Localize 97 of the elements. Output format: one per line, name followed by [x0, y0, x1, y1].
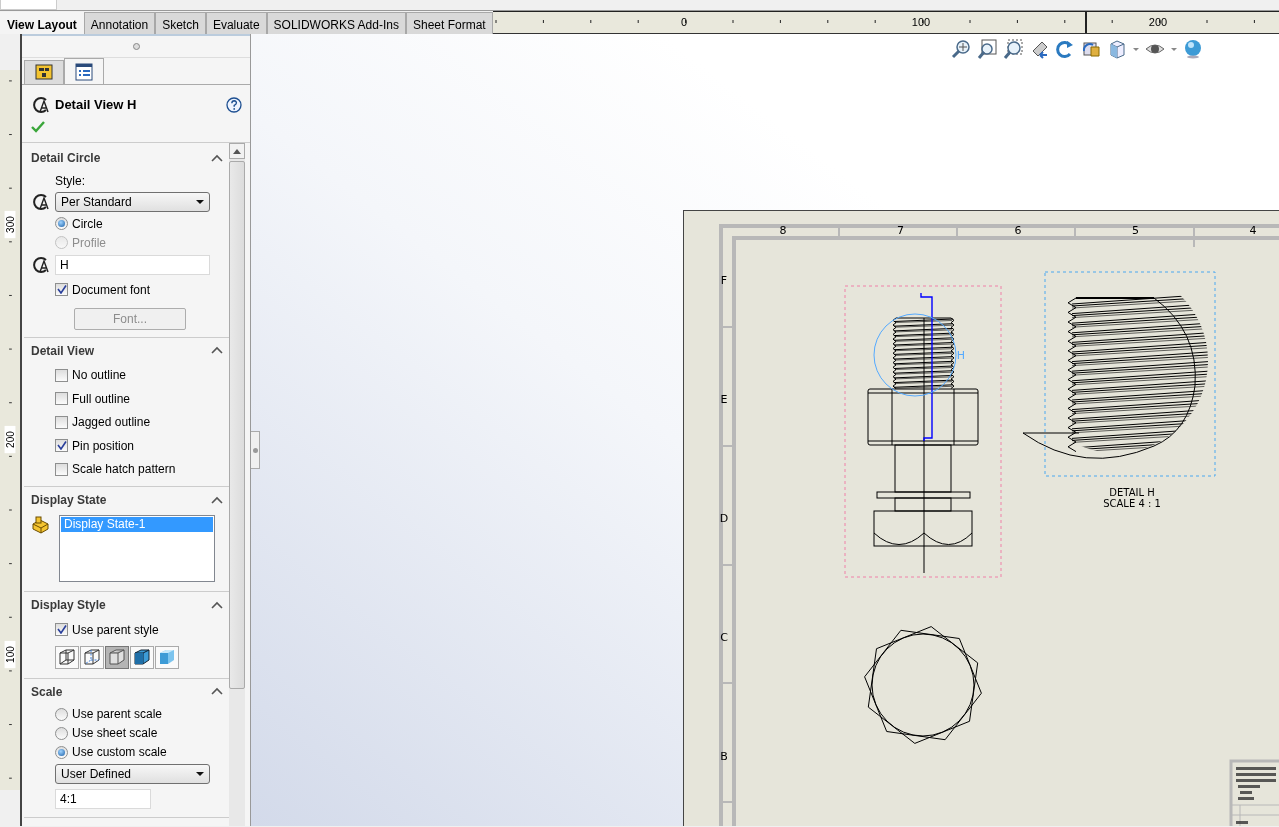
cube-icon	[157, 647, 177, 667]
help-icon[interactable]	[226, 97, 242, 113]
checkbox-label: Full outline	[72, 390, 131, 408]
zone-label: C	[720, 631, 728, 644]
caret-icon[interactable]	[1171, 47, 1177, 51]
panel-title: Detail View H	[55, 96, 138, 115]
text-field[interactable]: 4:1	[55, 788, 151, 809]
chevron-icon[interactable]	[211, 600, 223, 610]
zone-label: E	[720, 393, 728, 406]
drag-handle[interactable]	[132, 43, 140, 50]
cube-icon	[57, 647, 77, 667]
zone-label: D	[719, 512, 729, 525]
zoom-fit-icon[interactable]	[951, 39, 971, 59]
splitter-handle[interactable]	[251, 431, 260, 469]
cube-icon	[107, 647, 127, 667]
checkbox-label: Document font	[72, 281, 151, 299]
radio-label: Use sheet scale	[72, 725, 158, 742]
radio-label: Circle	[72, 215, 103, 233]
dropdown[interactable]: Per Standard	[55, 192, 210, 212]
checkbox[interactable]	[55, 283, 68, 297]
zoom-area-icon[interactable]	[1003, 39, 1023, 59]
radio-label: Use custom scale	[72, 744, 167, 761]
chevron-icon[interactable]	[211, 153, 223, 163]
chevron-icon[interactable]	[211, 495, 223, 505]
checkbox[interactable]	[55, 623, 68, 637]
zoom-extents-icon[interactable]	[977, 39, 997, 59]
section-title: Detail Circle	[31, 150, 101, 167]
zone-label: B	[720, 750, 728, 763]
chevron-icon[interactable]	[211, 687, 223, 696]
cube-icon[interactable]	[1107, 39, 1127, 59]
ribbon-tab[interactable]: Sketch	[155, 12, 206, 34]
checkbox-label: No outline	[72, 367, 127, 385]
sphere-icon[interactable]	[1183, 39, 1203, 59]
title-block-drawing	[1229, 759, 1279, 826]
checkbox-label: Scale hatch pattern	[72, 461, 176, 479]
detail-label: H	[956, 349, 966, 362]
ruler-label: 100	[4, 646, 16, 663]
caret-icon[interactable]	[1133, 47, 1139, 51]
radio-label: Use parent scale	[72, 706, 163, 723]
view-caption: SCALE 4 : 1	[1103, 498, 1161, 509]
checkbox[interactable]	[55, 462, 68, 476]
up-arrow-icon[interactable]	[233, 148, 241, 154]
display-style-button[interactable]	[130, 645, 154, 669]
radio-button[interactable]	[55, 217, 68, 230]
tree-icon	[34, 62, 54, 83]
ribbon-tab[interactable]: Evaluate	[205, 12, 267, 34]
radio-label: Profile	[72, 234, 106, 252]
cube-icon	[132, 647, 152, 667]
text-field[interactable]: H	[55, 255, 210, 275]
radio-button[interactable]	[55, 745, 68, 759]
chevron-icon[interactable]	[211, 346, 223, 355]
zone-label: 7	[897, 224, 904, 237]
display-style-button[interactable]	[105, 645, 129, 669]
zone-label: 8	[779, 224, 787, 237]
radio-button[interactable]	[55, 707, 68, 721]
zone-label: 5	[1132, 224, 1139, 237]
ruler-label: 200	[4, 431, 16, 448]
scrollbar[interactable]	[229, 143, 245, 826]
zone-label: F	[720, 274, 728, 287]
ribbon-tab[interactable]: Annotation	[83, 12, 156, 34]
strip-box	[0, 0, 57, 10]
checkbox[interactable]	[55, 392, 68, 406]
zone-label: 4	[1249, 224, 1257, 237]
panel-tab[interactable]	[24, 60, 64, 84]
ribbon-tab[interactable]: SOLIDWORKS Add-Ins	[266, 12, 406, 34]
detail-circle-icon	[31, 95, 51, 115]
ruler-label: 200	[1148, 16, 1167, 28]
checkbox-label: Pin position	[72, 437, 135, 455]
ruler-label: 100	[911, 16, 930, 28]
checkmark-icon[interactable]	[31, 121, 45, 133]
section-title: Display State	[31, 492, 107, 509]
checkbox-label: Use parent style	[72, 621, 159, 639]
ruler-label: 300	[4, 216, 16, 233]
caret-icon	[196, 771, 204, 776]
checkbox[interactable]	[55, 368, 68, 382]
checkbox[interactable]	[55, 439, 68, 453]
ribbon-tab[interactable]: View Layout	[0, 12, 84, 34]
ribbon-tab[interactable]: Sheet Format	[405, 12, 493, 34]
zone-label: 6	[1014, 224, 1022, 237]
display-style-button[interactable]	[55, 645, 79, 669]
dropdown[interactable]: User Defined	[55, 763, 210, 784]
view-caption: DETAIL H	[1109, 487, 1155, 498]
field-label: Style:	[55, 172, 85, 190]
radio-button[interactable]	[55, 726, 68, 740]
ruler-label: 0	[680, 16, 687, 28]
section-title: Detail View	[31, 342, 95, 360]
caret-icon	[196, 200, 204, 204]
cube-icon	[82, 647, 102, 667]
checkbox[interactable]	[55, 415, 68, 429]
section-title: Scale	[31, 683, 63, 701]
rotate-arrow-icon[interactable]	[1055, 39, 1075, 59]
panel-tab[interactable]	[64, 58, 104, 84]
section-title: Display Style	[31, 597, 106, 614]
section-view-icon[interactable]	[1081, 39, 1101, 59]
checkbox-label: Jagged outline	[72, 414, 151, 432]
list-icon	[74, 61, 94, 82]
display-style-button[interactable]	[80, 645, 104, 669]
